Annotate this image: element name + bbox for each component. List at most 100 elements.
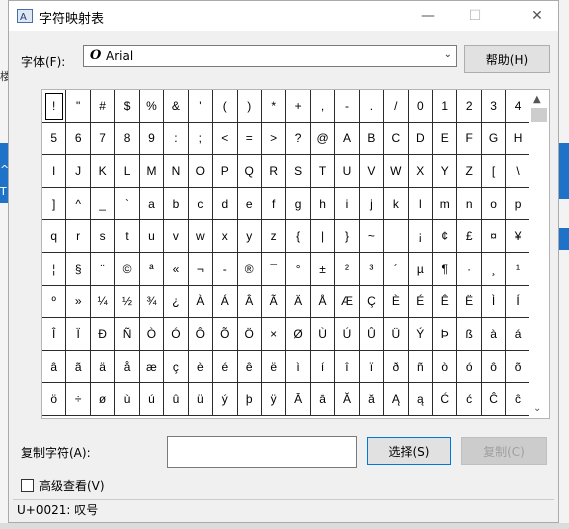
scroll-down-icon[interactable]: ⌄ [533, 403, 541, 414]
char-cell[interactable]: Ĉ [481, 383, 507, 416]
char-cell[interactable]: ó [457, 350, 482, 384]
char-cell[interactable]: A [335, 122, 360, 156]
char-cell[interactable]: , [310, 90, 336, 123]
char-cell[interactable]: d [213, 187, 238, 221]
char-cell[interactable]: ÷ [66, 383, 91, 416]
char-cell[interactable]: Ă [335, 383, 360, 416]
char-cell[interactable]: ´ [384, 252, 409, 286]
char-cell[interactable]: = [237, 122, 262, 156]
char-cell[interactable]: e [237, 187, 262, 221]
char-cell[interactable]: ù [115, 383, 140, 416]
char-cell[interactable]: Ü [384, 318, 409, 351]
char-cell[interactable]: ÿ [261, 383, 287, 416]
char-cell[interactable]: Ä [286, 285, 311, 319]
char-cell[interactable]: ~ [359, 220, 385, 253]
char-cell[interactable]: í [310, 350, 336, 384]
char-cell[interactable]: ö [42, 383, 67, 416]
char-cell[interactable]: Ú [335, 318, 360, 351]
char-cell[interactable]: ? [286, 122, 311, 156]
char-cell[interactable]: Ù [310, 318, 336, 351]
char-cell[interactable]: 6 [66, 122, 91, 156]
char-cell[interactable]: % [139, 90, 165, 123]
char-cell[interactable]: Ô [188, 318, 214, 351]
char-cell[interactable]: ò [433, 350, 458, 384]
char-cell[interactable]: ® [237, 252, 262, 286]
char-cell[interactable]: Ó [164, 318, 189, 351]
char-cell[interactable]: W [384, 155, 409, 188]
char-cell[interactable]: w [188, 220, 214, 253]
char-cell[interactable] [384, 220, 409, 253]
char-cell[interactable]: õ [506, 350, 531, 384]
char-cell[interactable]: Ò [139, 318, 165, 351]
char-cell[interactable]: F [457, 122, 482, 156]
char-cell[interactable]: ¿ [164, 285, 189, 319]
char-cell[interactable]: f [261, 187, 287, 221]
close-button[interactable]: ✕ [514, 1, 560, 31]
char-cell[interactable]: ñ [408, 350, 433, 384]
char-cell[interactable]: 5 [42, 122, 67, 156]
char-cell[interactable]: ß [457, 318, 482, 351]
char-cell[interactable]: ² [335, 252, 360, 286]
char-cell[interactable]: Î [42, 318, 67, 351]
char-cell[interactable]: ā [310, 383, 336, 416]
char-cell[interactable]: Ë [457, 285, 482, 319]
char-cell[interactable]: ½ [115, 285, 140, 319]
char-cell[interactable]: ê [237, 350, 262, 384]
copy-characters-input[interactable] [167, 436, 357, 468]
char-cell[interactable]: 9 [139, 122, 165, 156]
char-cell[interactable]: M [139, 155, 165, 188]
char-cell[interactable]: - [335, 90, 360, 123]
char-cell[interactable]: Á [213, 285, 238, 319]
char-cell[interactable]: s [90, 220, 116, 253]
char-cell[interactable]: B [359, 122, 385, 156]
char-cell[interactable]: » [66, 285, 91, 319]
char-cell[interactable]: ä [90, 350, 116, 384]
char-cell[interactable]: 0 [408, 90, 433, 123]
char-cell[interactable]: C [384, 122, 409, 156]
char-cell[interactable]: T [310, 155, 336, 188]
char-cell[interactable]: © [115, 252, 140, 286]
char-cell[interactable]: N [164, 155, 189, 188]
char-cell[interactable]: É [408, 285, 433, 319]
char-cell[interactable]: k [384, 187, 409, 221]
advanced-view-checkbox[interactable] [21, 479, 34, 492]
char-cell[interactable]: Ç [359, 285, 385, 319]
char-cell[interactable]: á [506, 318, 531, 351]
char-cell[interactable]: £ [457, 220, 482, 253]
char-cell[interactable]: D [408, 122, 433, 156]
char-cell[interactable]: î [335, 350, 360, 384]
char-cell[interactable]: : [164, 122, 189, 156]
char-cell[interactable]: @ [310, 122, 336, 156]
char-cell[interactable]: Þ [433, 318, 458, 351]
maximize-button[interactable]: ☐ [452, 1, 498, 31]
char-cell[interactable]: Ì [481, 285, 507, 319]
char-cell[interactable]: Ć [433, 383, 458, 416]
char-cell[interactable]: - [213, 252, 238, 286]
char-cell[interactable]: H [506, 122, 531, 156]
char-cell[interactable]: p [506, 187, 531, 221]
char-cell[interactable]: ü [188, 383, 214, 416]
char-cell[interactable]: r [66, 220, 91, 253]
char-cell[interactable]: G [481, 122, 507, 156]
char-cell[interactable]: à [481, 318, 507, 351]
advanced-view-toggle[interactable]: 高级查看(V) [21, 477, 105, 494]
font-dropdown[interactable]: O Arial ⌄ [83, 45, 457, 67]
char-cell[interactable]: Y [433, 155, 458, 188]
char-cell[interactable]: ¢ [433, 220, 458, 253]
char-cell[interactable]: Û [359, 318, 385, 351]
char-cell[interactable]: b [164, 187, 189, 221]
char-cell[interactable]: ć [457, 383, 482, 416]
char-cell[interactable]: È [384, 285, 409, 319]
char-cell[interactable]: \ [506, 155, 531, 188]
char-cell[interactable]: v [164, 220, 189, 253]
char-cell[interactable]: S [286, 155, 311, 188]
char-cell[interactable]: I [42, 155, 67, 188]
char-cell[interactable]: ) [237, 90, 262, 123]
char-cell[interactable]: ï [359, 350, 385, 384]
char-cell[interactable]: V [359, 155, 385, 188]
char-cell[interactable]: ç [164, 350, 189, 384]
char-cell[interactable]: À [188, 285, 214, 319]
char-cell[interactable]: å [115, 350, 140, 384]
char-cell[interactable]: n [457, 187, 482, 221]
char-cell[interactable]: Ã [261, 285, 287, 319]
